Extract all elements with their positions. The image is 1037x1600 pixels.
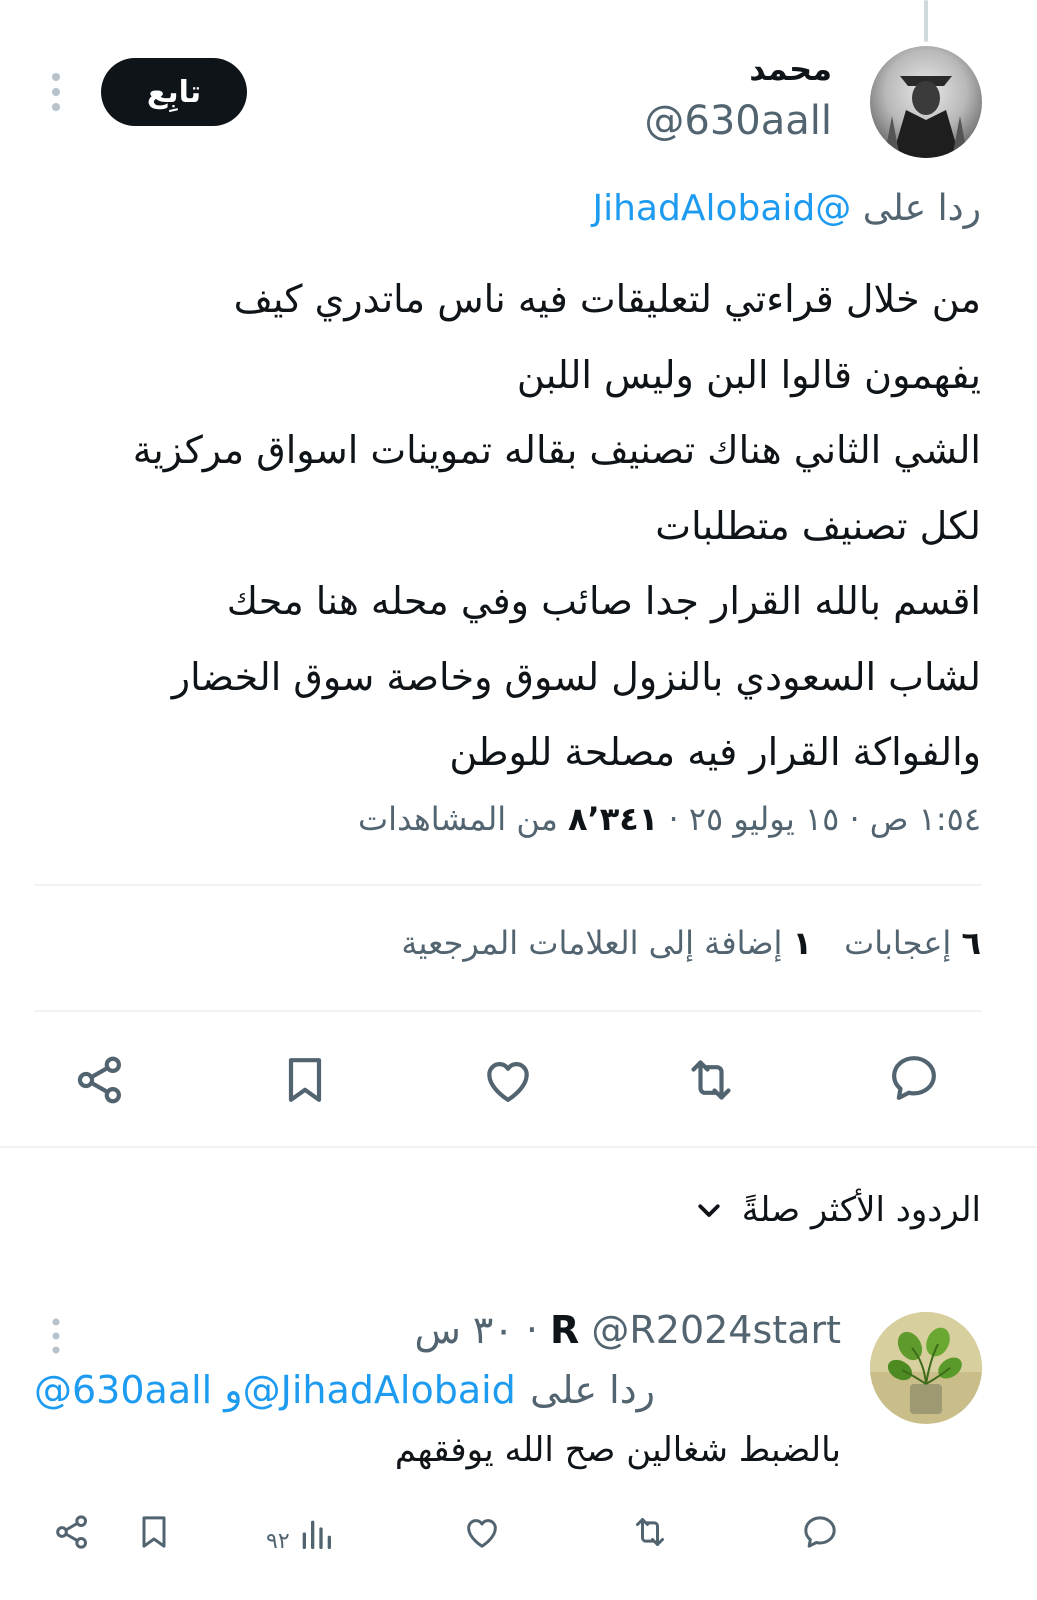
share-icon[interactable] <box>72 1052 128 1108</box>
tweet-text-line: من خلال قراءتي لتعليقات فيه ناس ماتدري ك… <box>233 277 981 321</box>
tweet-text-line: يفهمون قالوا البن وليس اللبن <box>516 352 981 397</box>
chevron-down-icon <box>698 1204 720 1217</box>
author-handle[interactable]: @630aall <box>644 98 832 144</box>
views-label: من المشاهدات <box>358 800 558 838</box>
reply-views-count: ٩٢ <box>266 1529 290 1554</box>
share-icon[interactable] <box>52 1512 92 1552</box>
reply-time[interactable]: · ٣٠ س <box>414 1308 537 1352</box>
divider <box>34 884 982 886</box>
bookmark-icon[interactable] <box>277 1052 333 1108</box>
reply-text: بالضبط شغالين صح الله يوفقهم <box>394 1430 841 1470</box>
reply-to-prefix: ردا على <box>862 188 981 229</box>
likes-stat[interactable]: ٦ إعجابات <box>844 924 981 962</box>
reply-author-handle[interactable]: @R2024start <box>591 1308 841 1352</box>
heart-icon[interactable] <box>462 1512 502 1552</box>
more-options-icon[interactable] <box>44 70 68 114</box>
tweet-meta: ١:٥٤ ص · ١٥ يوليو ٢٥ · ٨٬٣٤١ من المشاهدا… <box>358 800 981 838</box>
divider <box>34 1010 982 1012</box>
reply-header: R @R2024start · ٣٠ س <box>414 1308 841 1352</box>
retweet-icon[interactable] <box>683 1052 739 1108</box>
likes-label: إعجابات <box>844 924 952 962</box>
views-count: ٨٬٣٤١ <box>568 800 659 838</box>
replies-sort-label: الردود الأكثر صلةً <box>741 1190 981 1230</box>
bookmarks-count: ١ <box>792 924 813 962</box>
likes-count: ٦ <box>961 924 981 962</box>
reply-to-prefix: ردا على <box>530 1368 655 1412</box>
reply-icon[interactable] <box>886 1050 942 1106</box>
bookmarks-stat[interactable]: ١ إضافة إلى العلامات المرجعية <box>401 924 812 962</box>
reply-more-options-icon[interactable] <box>46 1316 66 1356</box>
tweet-text-line: الشي الثاني هناك تصنيف بقاله تموينات اسو… <box>132 428 981 472</box>
reply-icon[interactable] <box>800 1512 840 1552</box>
retweet-icon[interactable] <box>630 1512 670 1552</box>
tweet-text-line: لكل تصنيف متطلبات <box>655 503 981 548</box>
tweet-text: من خلال قراءتي لتعليقات فيه ناس ماتدري ك… <box>34 262 981 791</box>
tweet-timestamp[interactable]: ١:٥٤ ص · ١٥ يوليو ٢٥ · <box>668 800 981 838</box>
tweet-text-line: لشاب السعودي بالنزول لسوق وخاصة سوق الخض… <box>171 654 981 699</box>
tweet-text-line: اقسم بالله القرار جدا صائب وفي محله هنا … <box>226 579 981 623</box>
tweet-stats: ٦ إعجابات ١ إضافة إلى العلامات المرجعية <box>401 924 981 962</box>
tweet-text-line: والفواكة القرار فيه مصلحة للوطن <box>449 730 981 774</box>
heart-icon[interactable] <box>480 1052 536 1108</box>
bookmark-icon[interactable] <box>134 1512 174 1552</box>
author-avatar[interactable] <box>870 46 982 158</box>
reply-to-mentions-link[interactable]: @630aall و@JihadAlobaid <box>34 1368 516 1412</box>
analytics-icon <box>302 1520 331 1549</box>
section-divider <box>0 1146 1037 1148</box>
reply-to-line: ردا على @JihadAlobaid <box>593 188 982 229</box>
views-stat[interactable]: ٩٢ <box>266 1514 336 1554</box>
follow-button[interactable]: تابِع <box>101 58 247 126</box>
reply-author-avatar[interactable] <box>870 1312 982 1424</box>
reply-to-mention-link[interactable]: @JihadAlobaid <box>593 188 852 229</box>
reply-author-name[interactable]: R <box>550 1308 579 1352</box>
replies-sort-dropdown[interactable]: الردود الأكثر صلةً <box>694 1190 981 1230</box>
bookmarks-label: إضافة إلى العلامات المرجعية <box>401 924 783 962</box>
author-name[interactable]: محمد <box>749 50 832 88</box>
thread-connector-line <box>924 0 928 42</box>
